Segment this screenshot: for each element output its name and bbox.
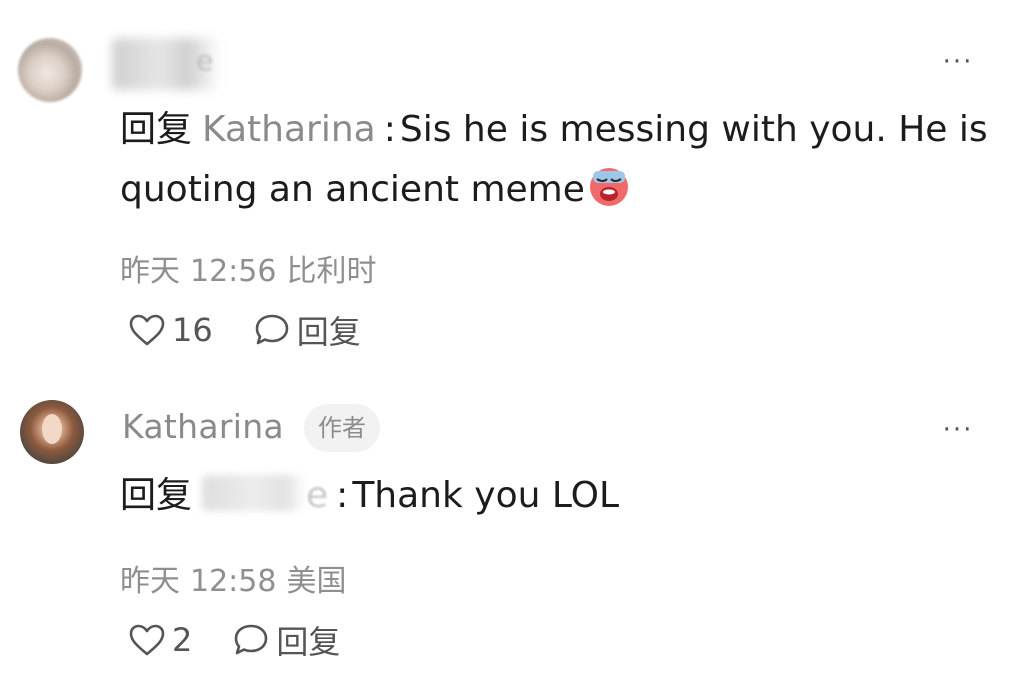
- reply-target-name[interactable]: Katharina: [202, 109, 376, 150]
- comment-body: 回复 e: Thank you LOL: [120, 466, 1000, 526]
- comment-text-line1: Sis he is messing with you. He is: [399, 109, 988, 150]
- reply-button[interactable]: 回复: [253, 307, 361, 353]
- reply-target-tail: e: [306, 475, 329, 516]
- avatar[interactable]: [18, 38, 82, 102]
- reply-prefix: 回复: [120, 475, 193, 516]
- username[interactable]: Katharina: [122, 407, 284, 446]
- ellipsis-icon: ···: [942, 47, 974, 77]
- more-options-button[interactable]: ···: [938, 417, 978, 443]
- ellipsis-icon: ···: [942, 415, 974, 445]
- reply-label: 回复: [296, 313, 361, 351]
- comment-meta: 昨天 12:58 美国: [120, 556, 356, 600]
- like-count: 2: [172, 621, 193, 659]
- reply-label: 回复: [276, 623, 341, 661]
- heart-outline-icon: [129, 624, 165, 656]
- reply-separator: :: [383, 109, 396, 150]
- author-badge: 作者: [304, 404, 380, 452]
- reply-separator: :: [336, 475, 349, 516]
- comment-item: e ··· 回复 Katharina: Sis he is messing with…: [0, 0, 1024, 370]
- username-tail: e: [196, 44, 214, 77]
- comment-date: 昨天: [120, 564, 180, 599]
- like-button[interactable]: 2: [128, 621, 192, 659]
- comment-actions: 16 回复: [128, 306, 401, 354]
- crying-face-emoji-icon: [587, 165, 631, 209]
- avatar[interactable]: [20, 400, 84, 464]
- comment-text-line2: quoting an ancient meme: [120, 169, 585, 210]
- comment-location: 比利时: [286, 254, 377, 289]
- reply-prefix: 回复: [120, 109, 193, 150]
- comment-actions: 2 回复: [128, 616, 380, 664]
- comment-time: 12:56: [190, 254, 277, 289]
- like-button[interactable]: 16: [128, 311, 213, 349]
- comment-body: 回复 Katharina: Sis he is messing with you. …: [120, 100, 1000, 220]
- like-count: 16: [172, 311, 213, 349]
- comment-location: 美国: [286, 564, 347, 599]
- chat-bubble-icon: [235, 624, 268, 655]
- reply-target-blurred[interactable]: [202, 475, 307, 511]
- comment-date: 昨天: [120, 254, 180, 289]
- chat-bubble-icon: [255, 314, 289, 345]
- comment-time: 12:58: [190, 564, 277, 599]
- reply-button[interactable]: 回复: [232, 617, 340, 663]
- comment-text: Thank you LOL: [352, 475, 620, 516]
- comment-meta: 昨天 12:56 比利时: [120, 246, 386, 290]
- more-options-button[interactable]: ···: [938, 49, 978, 75]
- heart-outline-icon: [129, 314, 165, 346]
